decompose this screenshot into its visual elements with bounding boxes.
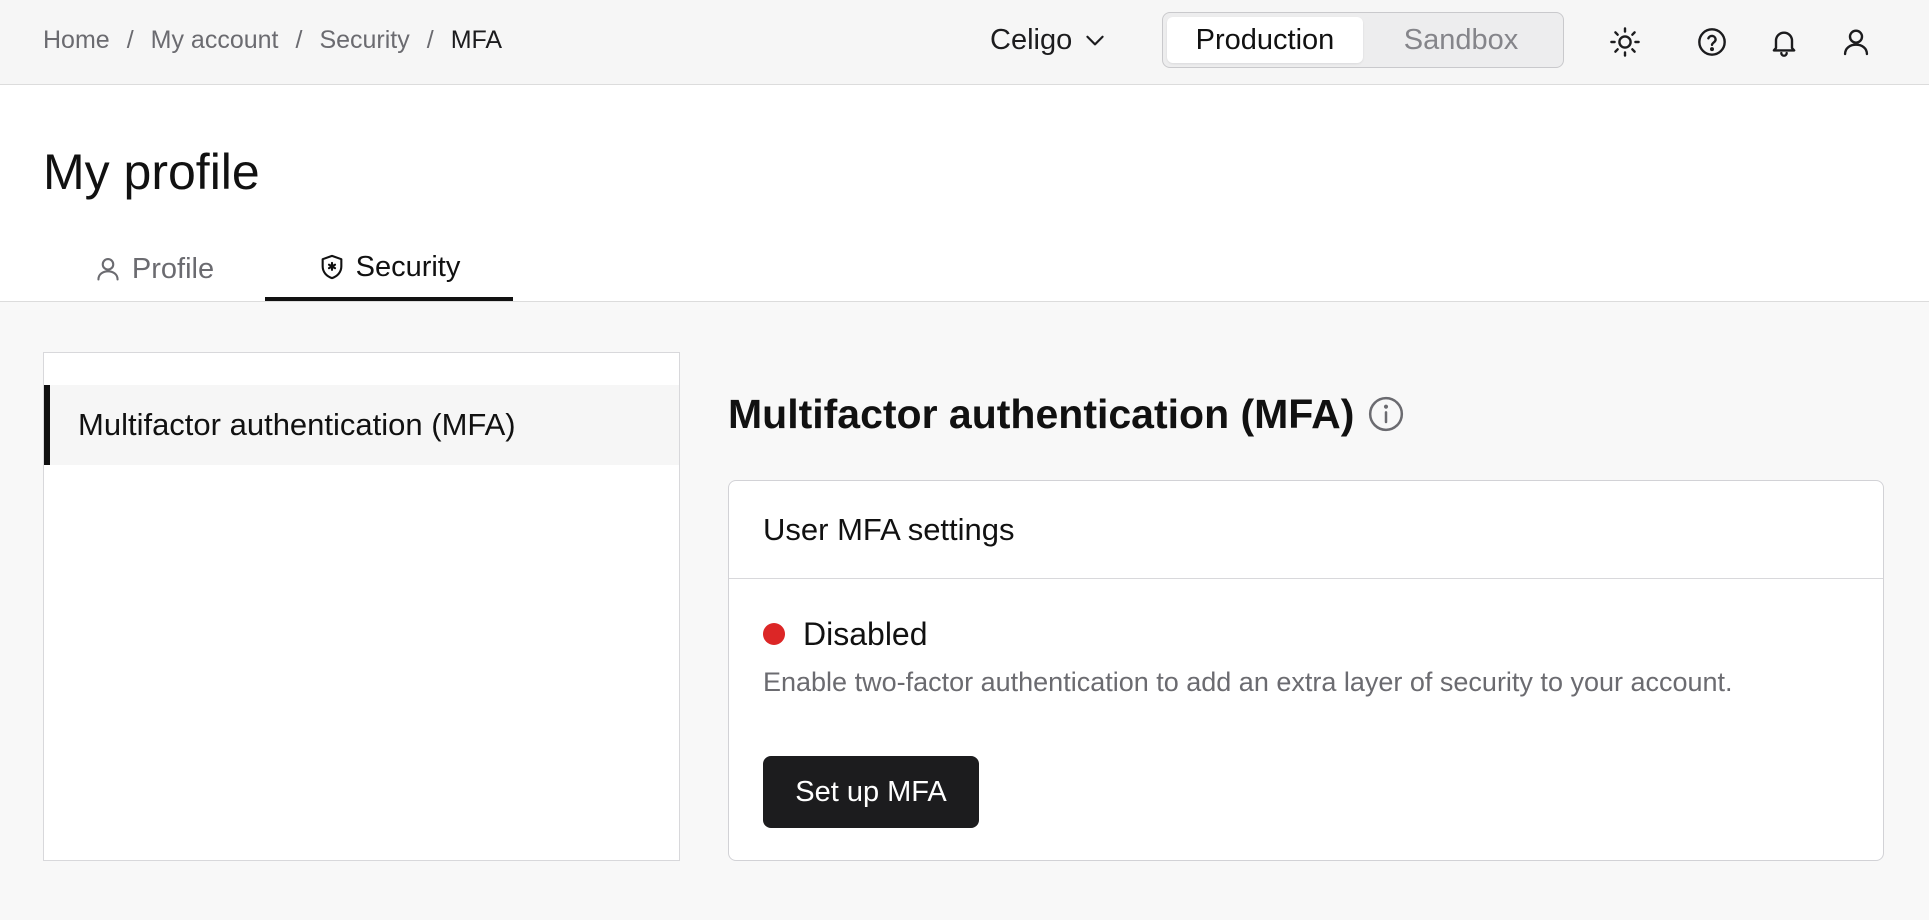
- org-selector-label: Celigo: [990, 23, 1073, 56]
- tab-label: Profile: [131, 252, 215, 285]
- chevron-down-icon: [1086, 35, 1104, 46]
- notifications-button[interactable]: [1764, 22, 1804, 62]
- env-option-production[interactable]: Production: [1167, 17, 1363, 63]
- side-nav-item-mfa[interactable]: Multifactor authentication (MFA): [44, 385, 679, 465]
- breadcrumb-current: MFA: [450, 25, 503, 54]
- breadcrumb: Home / My account / Security / MFA: [43, 25, 502, 55]
- tab-security[interactable]: Security: [265, 237, 513, 301]
- tab-label: Security: [355, 250, 461, 283]
- status-text: Disabled: [803, 615, 928, 652]
- page-title: My profile: [43, 144, 260, 200]
- breadcrumb-separator: /: [426, 25, 434, 54]
- bell-icon: [1772, 31, 1796, 57]
- env-option-sandbox[interactable]: Sandbox: [1363, 17, 1559, 63]
- user-icon: [1843, 29, 1869, 56]
- help-icon: [1698, 28, 1726, 56]
- breadcrumb-separator: /: [295, 25, 303, 54]
- top-bar: Home / My account / Security / MFA Celig…: [0, 0, 1929, 85]
- card-title: User MFA settings: [729, 481, 1883, 579]
- setup-mfa-button[interactable]: Set up MFA: [763, 756, 979, 828]
- user-menu-button[interactable]: [1836, 22, 1876, 62]
- info-icon[interactable]: [1366, 394, 1406, 434]
- section-title: Multifactor authentication (MFA): [728, 388, 1406, 440]
- mfa-status: Disabled: [763, 614, 928, 654]
- tab-profile[interactable]: Profile: [43, 237, 265, 301]
- sun-icon: [1610, 27, 1640, 57]
- page-header: My profile Profile Security: [0, 85, 1929, 302]
- theme-toggle-button[interactable]: [1605, 22, 1645, 62]
- breadcrumb-separator: /: [126, 25, 134, 54]
- status-dot-icon: [763, 623, 785, 645]
- section-title-text: Multifactor authentication (MFA): [728, 390, 1355, 437]
- user-icon: [97, 258, 119, 281]
- breadcrumb-home[interactable]: Home: [43, 26, 110, 55]
- org-selector[interactable]: Celigo: [990, 22, 1108, 58]
- mfa-settings-card: User MFA settings Disabled Enable two-fa…: [728, 480, 1884, 861]
- security-side-nav: Multifactor authentication (MFA): [43, 352, 680, 861]
- breadcrumb-security[interactable]: Security: [319, 26, 409, 55]
- shield-icon: [321, 254, 342, 280]
- help-button[interactable]: [1692, 22, 1732, 62]
- breadcrumb-my-account[interactable]: My account: [151, 26, 279, 55]
- mfa-description: Enable two-factor authentication to add …: [763, 667, 1733, 697]
- environment-toggle: Production Sandbox: [1162, 12, 1564, 68]
